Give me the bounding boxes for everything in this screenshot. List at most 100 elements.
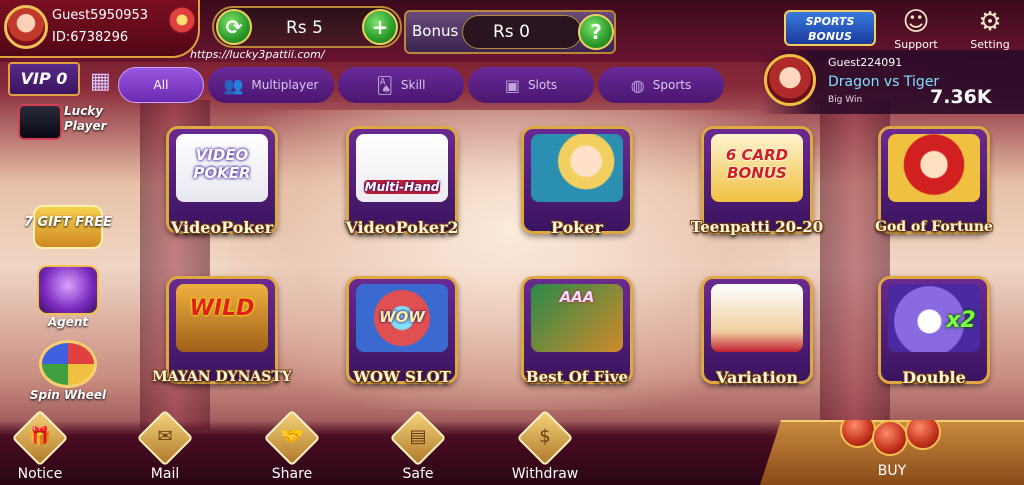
tile-title: Teenpatti 20-20 xyxy=(690,218,824,236)
lucky-player-label: Lucky Player xyxy=(64,104,107,133)
bonus-field: Rs 0 xyxy=(462,15,582,49)
tab-label: Slots xyxy=(527,78,558,92)
envelope-icon: ✉ xyxy=(157,426,173,447)
gear-icon: ⚙ xyxy=(978,7,1002,37)
game-tile-double[interactable]: x2 Double xyxy=(872,268,996,392)
tile-title: VideoPoker2 xyxy=(345,218,459,237)
wallet-pill: ⟳ Rs 5 + xyxy=(212,6,402,48)
tile-title: Best Of Five xyxy=(525,368,629,386)
tile-title: Double xyxy=(902,368,966,387)
game-tile-variation[interactable]: Variation xyxy=(695,268,819,392)
game-tile-wow-slot[interactable]: WOW WOW SLOT xyxy=(340,268,464,392)
dealer-portrait-icon xyxy=(531,134,623,202)
buy-button[interactable]: BUY xyxy=(760,420,1024,485)
cards-icon: 🂡 xyxy=(376,75,393,95)
spin-wheel-button[interactable]: Spin Wheel xyxy=(18,340,118,402)
agent-label: Agent xyxy=(47,315,89,329)
people-icon: 👥 xyxy=(223,75,244,95)
flower-ornament-icon xyxy=(168,6,196,34)
game-tile-videopoker[interactable]: VIDEO POKER VideoPoker xyxy=(160,118,284,242)
tab-label: Multiplayer xyxy=(251,78,319,92)
gift-box-icon: 🎁 xyxy=(28,426,52,447)
tile-badge: Multi-Hand xyxy=(364,180,440,194)
bonus-help-button[interactable]: ? xyxy=(578,14,614,50)
win-tag: Big Win xyxy=(828,95,863,105)
refresh-icon: ⟳ xyxy=(225,15,243,39)
tile-title: MAYAN DYNASTY xyxy=(152,369,292,385)
tile-badge: VIDEO POKER xyxy=(193,146,251,182)
tile-title: WOW SLOT xyxy=(353,368,451,386)
notice-label: Notice xyxy=(17,466,63,482)
question-icon: ? xyxy=(590,20,602,44)
bonus-value: Rs 0 xyxy=(493,22,530,42)
seven-gift-button[interactable]: 7 GIFT FREE xyxy=(18,205,118,249)
plus-icon: + xyxy=(371,15,389,39)
category-tabs: All 👥 Multiplayer 🂡 Skill ▣ Slots ◍ Spor… xyxy=(118,67,724,103)
game-tile-god-of-fortune[interactable]: God of Fortune xyxy=(872,118,996,242)
refresh-balance-button[interactable]: ⟳ xyxy=(216,9,252,45)
buy-label: BUY xyxy=(877,463,907,479)
tab-all[interactable]: All xyxy=(118,67,204,103)
notice-button[interactable]: 🎁 Notice xyxy=(10,409,70,484)
tab-sports[interactable]: ◍ Sports xyxy=(598,67,724,103)
game-tile-best-of-five[interactable]: AAA Best Of Five xyxy=(515,268,639,392)
winner-avatar xyxy=(764,54,816,106)
spin-wheel-label: Spin Wheel xyxy=(29,388,107,402)
tab-label: Skill xyxy=(400,78,426,92)
tab-label: Sports xyxy=(652,78,692,92)
tile-title: Variation xyxy=(716,368,798,387)
game-tile-teenpatti[interactable]: 6 CARD BONUS Teenpatti 20-20 xyxy=(691,118,823,242)
safe-icon: ▤ xyxy=(409,426,427,447)
tile-badge: WILD xyxy=(189,296,255,321)
agent-button[interactable]: Agent xyxy=(18,265,118,329)
vip-badge[interactable]: VIP 0 xyxy=(8,62,80,96)
crown-icon xyxy=(37,265,99,315)
tile-badge: AAA xyxy=(559,288,595,306)
tile-title: VideoPoker xyxy=(170,218,274,237)
add-money-button[interactable]: + xyxy=(362,9,398,45)
player-name: Guest5950953 xyxy=(52,8,149,23)
balance-value: Rs 5 xyxy=(286,18,323,38)
tile-title: God of Fortune xyxy=(875,219,993,235)
tile-title: Poker xyxy=(551,218,603,237)
withdraw-label: Withdraw xyxy=(511,466,579,482)
ace-cards-icon xyxy=(711,284,803,352)
withdraw-button[interactable]: $ Withdraw xyxy=(512,409,578,484)
recent-win-ticker: Guest224091 Dragon vs Tiger Big Win 7.36… xyxy=(760,50,1024,114)
tab-skill[interactable]: 🂡 Skill xyxy=(338,67,464,103)
safe-label: Safe xyxy=(402,466,434,482)
site-url: https://lucky3pattii.com/ xyxy=(190,48,325,61)
avatar[interactable] xyxy=(4,5,48,49)
game-tile-mayan-dynasty[interactable]: WILD MAYAN DYNASTY xyxy=(152,268,292,392)
grid-icon[interactable]: ▦ xyxy=(90,70,114,94)
fortune-god-icon xyxy=(888,134,980,202)
sports-bonus-button[interactable]: SPORTS BONUS xyxy=(784,10,876,46)
mail-button[interactable]: ✉ Mail xyxy=(135,409,195,484)
bonus-panel: Bonus Rs 0 ? xyxy=(404,10,616,54)
handshake-icon: 🤝 xyxy=(280,426,304,447)
seven-gift-label: 7 GIFT FREE xyxy=(23,215,112,230)
mail-label: Mail xyxy=(150,466,180,482)
profile-panel[interactable]: Guest5950953 ID:6738296 xyxy=(0,0,200,58)
bonus-label: Bonus xyxy=(412,22,459,40)
win-amount: 7.36K xyxy=(930,86,992,108)
winner-game: Dragon vs Tiger xyxy=(828,74,940,90)
tile-badge: 6 CARD BONUS xyxy=(725,146,789,182)
game-tile-poker[interactable]: Poker xyxy=(515,118,639,242)
tab-multiplayer[interactable]: 👥 Multiplayer xyxy=(208,67,334,103)
player-id: ID:6738296 xyxy=(52,30,129,45)
game-tile-videopoker2[interactable]: Multi-Hand VideoPoker2 xyxy=(340,118,464,242)
slot-machine-icon: ▣ xyxy=(504,75,520,95)
tab-slots[interactable]: ▣ Slots xyxy=(468,67,594,103)
withdraw-icon: $ xyxy=(539,426,551,447)
headset-icon: ☺ xyxy=(902,7,930,37)
safe-button[interactable]: ▤ Safe xyxy=(388,409,448,484)
tab-label: All xyxy=(153,78,169,92)
coin-icon xyxy=(872,420,908,456)
basketball-icon: ◍ xyxy=(630,75,645,95)
top-hat-icon xyxy=(18,104,62,140)
tile-badge: x2 xyxy=(946,308,976,333)
tile-badge: WOW xyxy=(379,308,425,326)
share-button[interactable]: 🤝 Share xyxy=(262,409,322,484)
winner-name: Guest224091 xyxy=(828,56,903,69)
